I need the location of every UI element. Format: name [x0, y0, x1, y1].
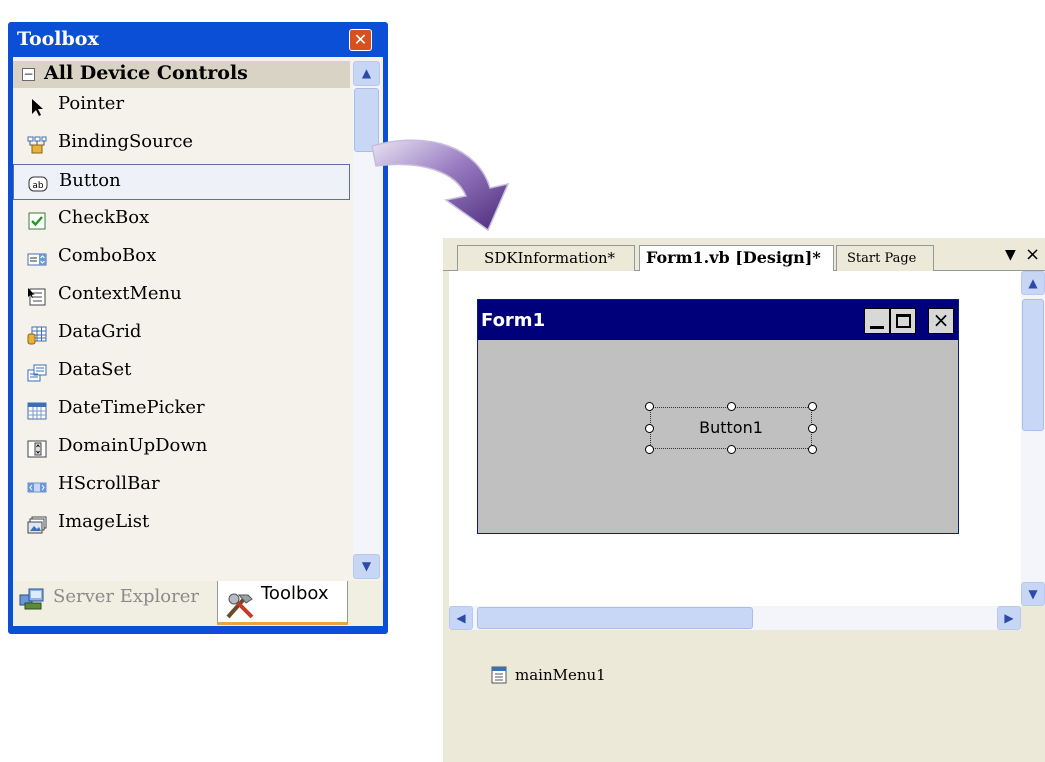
- resize-handle[interactable]: [727, 445, 736, 454]
- toolbox-item-label: ImageList: [58, 511, 150, 532]
- scroll-down-icon[interactable]: ▼: [1021, 582, 1045, 606]
- button-control-icon: ab: [28, 176, 48, 192]
- design-surface[interactable]: Form1 × Button1: [449, 271, 1021, 606]
- designer-horizontal-scrollbar[interactable]: ◀ ▶: [449, 606, 1021, 630]
- designer-vertical-scrollbar[interactable]: ▲ ▼: [1021, 271, 1045, 606]
- domain-updown-icon: [27, 440, 47, 458]
- combobox-icon: [27, 253, 47, 266]
- resize-handle[interactable]: [727, 402, 736, 411]
- main-menu-icon: [491, 666, 507, 684]
- toolbox-item-pointer[interactable]: Pointer: [13, 88, 350, 124]
- toolbox-item-label: ContextMenu: [58, 283, 182, 304]
- scrollbar-thumb[interactable]: [477, 607, 753, 629]
- toolbox-item-datagrid[interactable]: DataGrid: [13, 316, 350, 352]
- form-designer: SDKInformation* Form1.vb [Design]* Start…: [443, 238, 1045, 762]
- toolbox-item-hscrollbar[interactable]: HScrollBar: [13, 468, 350, 504]
- binding-source-icon: [27, 136, 47, 154]
- checkbox-icon: [28, 212, 46, 230]
- scroll-left-icon[interactable]: ◀: [449, 606, 473, 630]
- datetime-picker-icon: [27, 402, 47, 420]
- tab-form1-design[interactable]: Form1.vb [Design]*: [639, 245, 834, 273]
- drag-arrow-icon: [371, 139, 510, 232]
- tab-sdkinformation[interactable]: SDKInformation*: [457, 245, 635, 272]
- server-explorer-icon: [19, 588, 44, 610]
- toolbox-item-contextmenu[interactable]: ContextMenu: [13, 278, 350, 314]
- resize-handle[interactable]: [808, 424, 817, 433]
- toolbox-item-dataset[interactable]: DataSet: [13, 354, 350, 390]
- tab-toolbox[interactable]: Toolbox: [217, 581, 348, 625]
- scroll-up-icon[interactable]: ▲: [1021, 271, 1045, 295]
- resize-handle[interactable]: [645, 424, 654, 433]
- close-icon[interactable]: ×: [1025, 244, 1040, 265]
- resize-handle[interactable]: [808, 445, 817, 454]
- svg-text:ab: ab: [32, 181, 44, 191]
- form1-window[interactable]: Form1 × Button1: [477, 299, 959, 534]
- component-tray: mainMenu1: [449, 634, 1045, 762]
- close-icon[interactable]: ✕: [349, 29, 372, 51]
- toolbox-item-datetimepicker[interactable]: DateTimePicker: [13, 392, 350, 428]
- scroll-right-icon[interactable]: ▶: [997, 606, 1021, 630]
- toolbox-item-label: DataGrid: [58, 321, 142, 342]
- toolbox-item-button[interactable]: ab Button: [13, 164, 350, 200]
- resize-handle[interactable]: [808, 402, 817, 411]
- toolbox-title: Toolbox: [17, 28, 99, 50]
- toolbox-window: Toolbox ✕ − All Device Controls Pointer …: [8, 22, 388, 634]
- toolbox-item-bindingsource[interactable]: BindingSource: [13, 126, 350, 162]
- hscrollbar-icon: [27, 482, 47, 493]
- toolbox-item-label: ComboBox: [58, 245, 157, 266]
- toolbox-item-label: BindingSource: [58, 131, 194, 152]
- toolbox-body: − All Device Controls Pointer BindingSou…: [13, 57, 383, 581]
- toolbox-group-label: All Device Controls: [44, 62, 248, 84]
- dataset-icon: [27, 364, 47, 382]
- datagrid-icon: [27, 326, 47, 345]
- tab-start-page[interactable]: Start Page: [836, 245, 934, 272]
- form1-titlebar[interactable]: Form1 ×: [478, 300, 958, 340]
- maximize-icon[interactable]: [890, 308, 916, 334]
- tab-server-explorer[interactable]: Server Explorer: [15, 581, 215, 617]
- toolbox-item-imagelist[interactable]: ImageList: [13, 506, 350, 542]
- collapse-icon[interactable]: −: [22, 68, 35, 81]
- tab-form1-design-label: Form1.vb [Design]*: [646, 248, 821, 267]
- toolbox-item-label: CheckBox: [58, 207, 150, 228]
- scrollbar-thumb[interactable]: [1022, 299, 1044, 431]
- minimize-icon[interactable]: [864, 308, 890, 334]
- toolbox-item-label: HScrollBar: [58, 473, 160, 494]
- toolbox-bottom-tabs: Server Explorer Toolbox: [13, 581, 383, 626]
- tab-server-explorer-label: Server Explorer: [53, 586, 200, 607]
- tab-start-page-label: Start Page: [847, 251, 917, 266]
- toolbox-item-label: Pointer: [58, 93, 125, 114]
- toolbox-item-label: DateTimePicker: [58, 397, 205, 418]
- toolbox-item-label: DomainUpDown: [58, 435, 208, 456]
- scroll-up-icon[interactable]: ▲: [353, 61, 380, 86]
- toolbox-item-combobox[interactable]: ComboBox: [13, 240, 350, 276]
- button1-control[interactable]: Button1: [650, 407, 812, 449]
- toolbox-item-checkbox[interactable]: CheckBox: [13, 202, 350, 238]
- tray-item-label: mainMenu1: [515, 666, 606, 684]
- toolbox-item-list: Pointer BindingSource ab Button CheckBox…: [13, 88, 353, 578]
- tab-sdkinformation-label: SDKInformation*: [484, 249, 616, 267]
- window-list-icon[interactable]: ▼: [1005, 247, 1016, 263]
- context-menu-icon: [28, 288, 46, 306]
- toolbox-item-label: Button: [59, 170, 121, 191]
- imagelist-icon: [27, 516, 47, 534]
- tools-icon: [226, 593, 254, 619]
- scroll-down-icon[interactable]: ▼: [353, 554, 380, 579]
- document-tab-strip: SDKInformation* Form1.vb [Design]* Start…: [443, 238, 1045, 273]
- toolbox-item-label: DataSet: [58, 359, 132, 380]
- tab-toolbox-label: Toolbox: [261, 583, 329, 604]
- resize-handle[interactable]: [645, 402, 654, 411]
- close-icon[interactable]: ×: [928, 308, 954, 334]
- toolbox-item-domainupdown[interactable]: DomainUpDown: [13, 430, 350, 466]
- pointer-icon: [32, 99, 43, 116]
- form1-title: Form1: [481, 310, 546, 331]
- resize-handle[interactable]: [645, 445, 654, 454]
- toolbox-group-header[interactable]: − All Device Controls: [13, 61, 350, 88]
